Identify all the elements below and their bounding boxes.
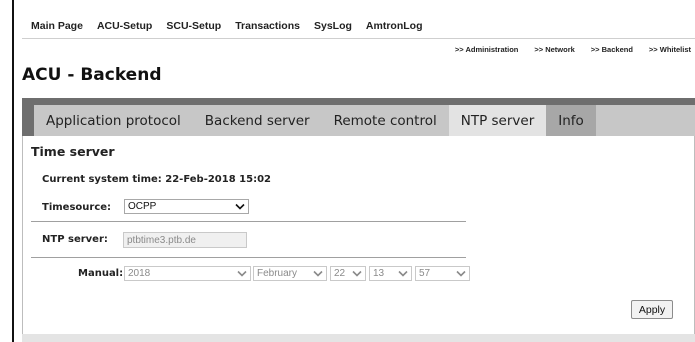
chevron-down-icon — [398, 270, 408, 277]
chevron-down-icon — [456, 270, 466, 277]
apply-button[interactable]: Apply — [631, 300, 673, 319]
manual-day-select[interactable]: 22 — [330, 266, 366, 281]
minute-value: 57 — [419, 268, 431, 279]
nav-acu-setup[interactable]: ACU-Setup — [97, 20, 152, 32]
ntp-server-input[interactable]: ptbtime3.ptb.de — [123, 232, 247, 248]
tab-ntp-server[interactable]: NTP server — [448, 105, 547, 136]
sub-navigation: >> Administration >> Network >> Backend … — [439, 43, 691, 55]
section-title: Time server — [31, 144, 115, 159]
chevron-down-icon — [352, 270, 362, 277]
subnav-whitelist[interactable]: >> Whitelist — [649, 45, 691, 54]
top-navigation: Main Page ACU-Setup SCU-Setup Transactio… — [22, 18, 429, 34]
separator — [31, 257, 466, 258]
panel-footer-bar — [22, 334, 695, 342]
nav-syslog[interactable]: SysLog — [314, 20, 352, 32]
page: Main Page ACU-Setup SCU-Setup Transactio… — [22, 0, 695, 342]
day-value: 22 — [334, 268, 346, 279]
manual-year-select[interactable]: 2018 — [124, 266, 251, 281]
timesource-value: OCPP — [128, 201, 157, 212]
hour-value: 13 — [373, 268, 385, 279]
tab-info[interactable]: Info — [546, 105, 596, 136]
manual-month-select[interactable]: February — [253, 266, 327, 281]
nav-main-page[interactable]: Main Page — [31, 20, 83, 32]
timesource-select[interactable]: OCPP — [124, 199, 249, 214]
subnav-network[interactable]: >> Network — [534, 45, 574, 54]
manual-hour-select[interactable]: 13 — [369, 266, 412, 281]
nav-amtronlog[interactable]: AmtronLog — [366, 20, 423, 32]
ntp-server-panel: Time server Current system time: 22-Feb-… — [22, 136, 695, 335]
tab-backend-server[interactable]: Backend server — [193, 105, 322, 136]
subnav-administration[interactable]: >> Administration — [455, 45, 518, 54]
year-value: 2018 — [128, 268, 151, 279]
current-system-time: Current system time: 22-Feb-2018 15:02 — [42, 174, 271, 185]
manual-minute-select[interactable]: 57 — [415, 266, 470, 281]
tab-remote-control[interactable]: Remote control — [322, 105, 449, 136]
ntp-server-label: NTP server: — [42, 234, 108, 245]
month-value: February — [257, 268, 298, 279]
separator — [31, 221, 466, 222]
chevron-down-icon — [235, 203, 245, 210]
page-title: ACU - Backend — [22, 65, 162, 85]
frame-border — [12, 0, 14, 342]
chevron-down-icon — [313, 270, 323, 277]
tab-bar: Application protocol Backend server Remo… — [22, 98, 695, 136]
chevron-down-icon — [237, 270, 247, 277]
tab-strip: Application protocol Backend server Remo… — [34, 105, 695, 136]
nav-transactions[interactable]: Transactions — [235, 20, 300, 32]
timesource-label: Timesource: — [42, 202, 112, 213]
manual-label: Manual: — [78, 268, 124, 279]
nav-scu-setup[interactable]: SCU-Setup — [166, 20, 221, 32]
subnav-backend[interactable]: >> Backend — [591, 45, 633, 54]
topnav-divider — [22, 38, 695, 39]
tab-application-protocol[interactable]: Application protocol — [34, 105, 193, 136]
